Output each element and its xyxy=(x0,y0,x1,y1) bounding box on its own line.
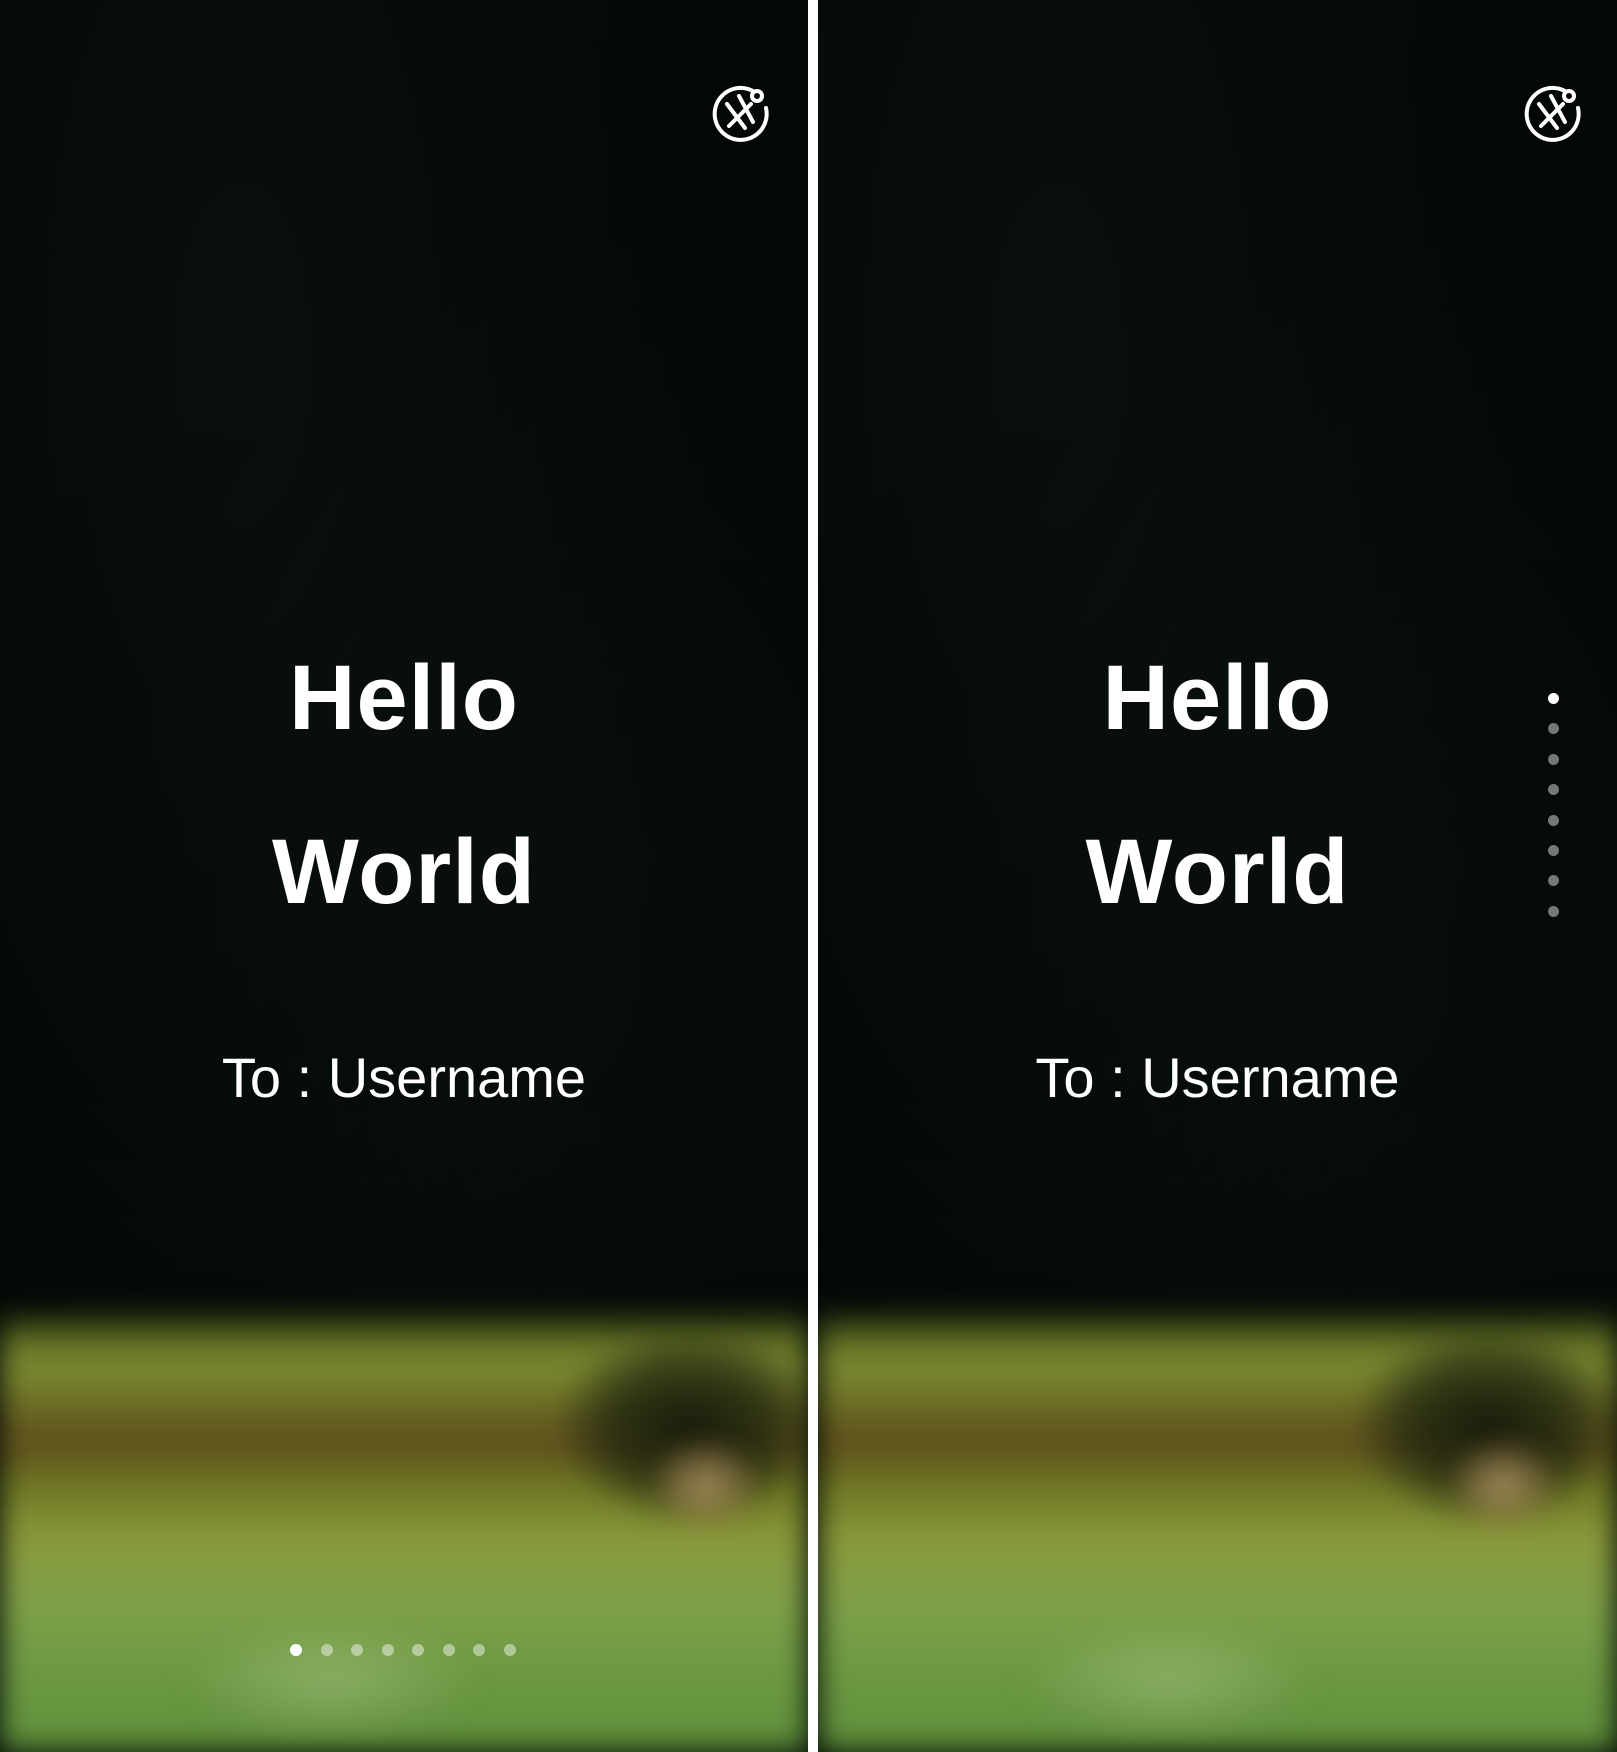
page-dot-6[interactable] xyxy=(1548,844,1559,856)
page-dot-7[interactable] xyxy=(473,1644,485,1656)
background-highlight xyxy=(180,1620,480,1740)
location-disabled-icon xyxy=(1524,85,1581,142)
screen-horizontal-pager: Hello World To : Username xyxy=(0,0,808,1752)
recipient-label: To : Username xyxy=(1035,1046,1400,1109)
greeting-title-line2: World xyxy=(1085,821,1350,923)
page-dot-2[interactable] xyxy=(1548,723,1559,735)
location-disabled-button[interactable] xyxy=(1521,82,1585,146)
background-highlight xyxy=(1018,1620,1318,1740)
page-dot-4[interactable] xyxy=(381,1644,394,1656)
screen-vertical-pager: Hello World To : Username xyxy=(818,0,1617,1752)
page-indicator-horizontal xyxy=(290,1644,516,1656)
page-dot-7[interactable] xyxy=(1548,875,1559,887)
screens-comparison: Hello World To : Username Hello World To… xyxy=(0,0,1617,1752)
greeting-title-line1: Hello xyxy=(1102,647,1333,749)
page-dot-3[interactable] xyxy=(351,1644,363,1656)
page-dot-6[interactable] xyxy=(442,1644,455,1656)
location-disabled-icon xyxy=(712,85,769,142)
recipient-label: To : Username xyxy=(221,1046,587,1109)
page-dot-8[interactable] xyxy=(503,1644,516,1656)
location-disabled-button[interactable] xyxy=(709,82,773,146)
page-dot-5[interactable] xyxy=(1548,814,1559,826)
background-hut xyxy=(650,1440,760,1530)
page-dot-4[interactable] xyxy=(1548,784,1559,796)
page-dot-3[interactable] xyxy=(1548,753,1559,765)
page-dot-2[interactable] xyxy=(320,1644,333,1656)
page-indicator-vertical xyxy=(1548,693,1559,917)
greeting-title-line2: World xyxy=(272,821,536,923)
page-dot-5[interactable] xyxy=(412,1644,424,1656)
page-dot-8[interactable] xyxy=(1548,905,1559,917)
greeting-title-line1: Hello xyxy=(289,647,519,749)
background-hut xyxy=(1448,1440,1558,1530)
page-dot-1[interactable] xyxy=(1548,693,1559,704)
page-dot-1[interactable] xyxy=(290,1644,302,1656)
